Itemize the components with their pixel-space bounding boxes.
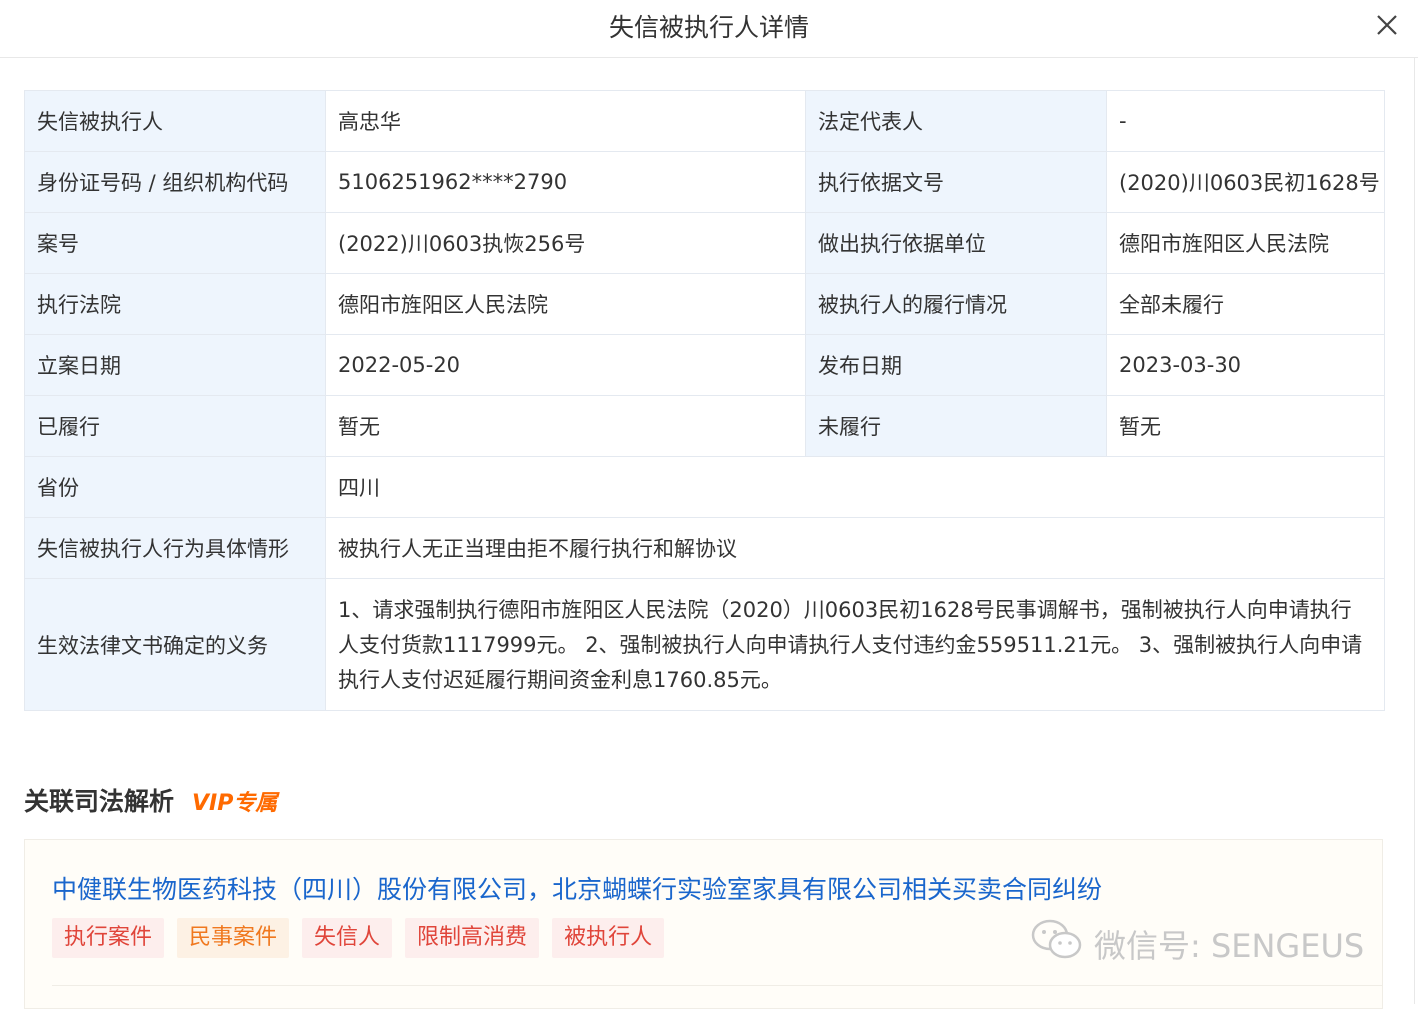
table-row: 省份 四川 xyxy=(24,456,1385,518)
field-label: 执行依据文号 xyxy=(805,151,1107,213)
table-row: 案号 (2022)川0603执恢256号 做出执行依据单位 德阳市旌阳区人民法院 xyxy=(24,212,1385,274)
field-value: (2020)川0603民初1628号 xyxy=(1106,151,1385,213)
field-label: 生效法律文书确定的义务 xyxy=(24,578,326,711)
case-tag: 民事案件 xyxy=(177,918,290,958)
field-value: 全部未履行 xyxy=(1106,273,1385,335)
field-value: 暂无 xyxy=(1106,395,1385,457)
dialog-header: 失信被执行人详情 xyxy=(0,0,1418,58)
field-label: 失信被执行人 xyxy=(24,90,326,152)
case-tag: 失信人 xyxy=(302,918,393,958)
dialog-title: 失信被执行人详情 xyxy=(608,13,809,42)
close-icon[interactable] xyxy=(1372,10,1402,40)
table-row: 失信被执行人行为具体情形 被执行人无正当理由拒不履行执行和解协议 xyxy=(24,517,1385,579)
vip-badge: VIP专属 xyxy=(192,791,278,816)
field-value: 暂无 xyxy=(325,395,806,457)
field-value: 德阳市旌阳区人民法院 xyxy=(1106,212,1385,274)
case-tag: 被执行人 xyxy=(552,918,665,958)
case-title-link[interactable]: 中健联生物医药科技（四川）股份有限公司，北京蝴蝶行实验室家具有限公司相关买卖合同… xyxy=(52,870,1102,906)
field-label: 已履行 xyxy=(24,395,326,457)
field-value: 1、请求强制执行德阳市旌阳区人民法院（2020）川0603民初1628号民事调解… xyxy=(325,578,1385,711)
table-row: 执行法院 德阳市旌阳区人民法院 被执行人的履行情况 全部未履行 xyxy=(24,273,1385,335)
watermark-text: 微信号: SENGEUS xyxy=(1094,927,1365,965)
table-row: 失信被执行人 高忠华 法定代表人 - xyxy=(24,90,1385,152)
field-label: 立案日期 xyxy=(24,334,326,396)
field-label: 未履行 xyxy=(805,395,1107,457)
wechat-icon xyxy=(1030,918,1084,970)
scroll-edge xyxy=(1414,57,1415,1004)
table-row: 已履行 暂无 未履行 暂无 xyxy=(24,395,1385,457)
field-value: 四川 xyxy=(325,456,1385,518)
field-value: 被执行人无正当理由拒不履行执行和解协议 xyxy=(325,517,1385,579)
field-value: - xyxy=(1106,90,1385,152)
table-row: 立案日期 2022-05-20 发布日期 2023-03-30 xyxy=(24,334,1385,396)
section-title: 关联司法解析 xyxy=(24,787,175,816)
field-label: 法定代表人 xyxy=(805,90,1107,152)
field-label: 被执行人的履行情况 xyxy=(805,273,1107,335)
field-label: 身份证号码 / 组织机构代码 xyxy=(24,151,326,213)
table-row: 生效法律文书确定的义务 1、请求强制执行德阳市旌阳区人民法院（2020）川060… xyxy=(24,578,1385,711)
field-value: 5106251962****2790 xyxy=(325,151,806,213)
field-label: 发布日期 xyxy=(805,334,1107,396)
case-tag: 限制高消费 xyxy=(405,918,540,958)
field-label: 做出执行依据单位 xyxy=(805,212,1107,274)
case-tag: 执行案件 xyxy=(52,918,165,958)
field-value: (2022)川0603执恢256号 xyxy=(325,212,806,274)
case-tags: 执行案件 民事案件 失信人 限制高消费 被执行人 xyxy=(52,918,665,958)
field-value: 2022-05-20 xyxy=(325,334,806,396)
field-value: 2023-03-30 xyxy=(1106,334,1385,396)
field-label: 省份 xyxy=(24,456,326,518)
divider xyxy=(52,985,1382,986)
field-label: 失信被执行人行为具体情形 xyxy=(24,517,326,579)
field-value: 高忠华 xyxy=(325,90,806,152)
table-row: 身份证号码 / 组织机构代码 5106251962****2790 执行依据文号… xyxy=(24,151,1385,213)
field-value: 德阳市旌阳区人民法院 xyxy=(325,273,806,335)
field-label: 案号 xyxy=(24,212,326,274)
field-label: 执行法院 xyxy=(24,273,326,335)
watermark: 微信号: SENGEUS xyxy=(1030,918,1364,970)
detail-table: 失信被执行人 高忠华 法定代表人 - 身份证号码 / 组织机构代码 510625… xyxy=(24,90,1385,711)
